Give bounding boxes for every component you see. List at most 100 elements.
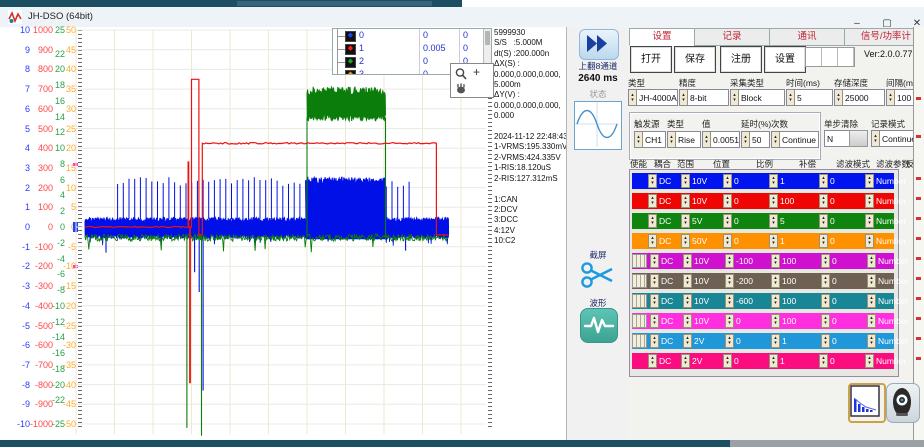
trigger-value-3[interactable]: ▴▾0.0051: [702, 131, 740, 148]
filter-select[interactable]: ▴▾Number: [867, 275, 919, 287]
spinner-icon[interactable]: ▴▾: [723, 214, 732, 228]
offset-spinner[interactable]: ▴▾0: [819, 195, 863, 207]
coupling-select[interactable]: ▴▾DC: [648, 175, 679, 187]
spinner-icon[interactable]: ▴▾: [723, 194, 732, 208]
filter-select[interactable]: ▴▾Number: [867, 315, 919, 327]
spinner-icon[interactable]: ▴▾: [725, 274, 734, 288]
trigger-value-2[interactable]: ▴▾Rise: [667, 131, 701, 148]
spinner-icon[interactable]: ▴▾: [769, 174, 778, 188]
enable-cell[interactable]: [632, 334, 647, 348]
spinner-icon[interactable]: ▴▾: [771, 334, 780, 348]
acq-value-2[interactable]: ▴▾8-bit: [679, 89, 729, 106]
spinner-icon[interactable]: ▴▾: [867, 334, 876, 348]
plus-icon[interactable]: +: [473, 65, 480, 79]
single-clear-button[interactable]: [849, 130, 868, 147]
spinner-icon[interactable]: ▴▾: [771, 314, 780, 328]
spectrum-button[interactable]: [848, 383, 886, 423]
spinner-icon[interactable]: ▴▾: [683, 274, 692, 288]
enable-cell[interactable]: [632, 254, 647, 268]
spinner-icon[interactable]: ▴▾: [887, 90, 895, 105]
screenshot-scissors-icon[interactable]: [580, 260, 616, 290]
spinner-icon[interactable]: ▴▾: [703, 132, 711, 147]
position-spinner[interactable]: ▴▾0: [723, 235, 767, 247]
trigger-value-1[interactable]: ▴▾CH1: [634, 131, 666, 148]
spinner-icon[interactable]: ▴▾: [650, 254, 659, 268]
spinner-icon[interactable]: ▴▾: [668, 132, 676, 147]
offset-spinner[interactable]: ▴▾0: [821, 335, 865, 347]
spinner-icon[interactable]: ▴▾: [681, 234, 690, 248]
run-button[interactable]: [579, 29, 619, 60]
filter-select[interactable]: ▴▾Number: [865, 235, 917, 247]
status-preview[interactable]: [574, 101, 622, 150]
scale-spinner[interactable]: ▴▾100: [771, 295, 819, 307]
spinner-icon[interactable]: ▴▾: [819, 234, 828, 248]
coupling-select[interactable]: ▴▾DC: [650, 335, 681, 347]
enable-cell[interactable]: [632, 195, 645, 207]
page-up-channels-button[interactable]: 上翻8通道: [567, 60, 629, 72]
offset-spinner[interactable]: ▴▾0: [819, 355, 863, 367]
enable-cell[interactable]: [632, 355, 645, 367]
range-select[interactable]: ▴▾10V: [683, 255, 723, 267]
spinner-icon[interactable]: ▴▾: [819, 354, 828, 368]
spinner-icon[interactable]: ▴▾: [725, 314, 734, 328]
spinner-icon[interactable]: ▴▾: [787, 90, 795, 105]
spinner-icon[interactable]: ▴▾: [650, 314, 659, 328]
range-select[interactable]: ▴▾10V: [681, 195, 721, 207]
scale-spinner[interactable]: ▴▾1: [769, 355, 817, 367]
coupling-select[interactable]: ▴▾DC: [648, 215, 679, 227]
coupling-select[interactable]: ▴▾DC: [650, 275, 681, 287]
tab-2[interactable]: 记录: [694, 28, 770, 46]
offset-spinner[interactable]: ▴▾0: [819, 215, 863, 227]
range-select[interactable]: ▴▾10V: [683, 275, 723, 287]
spinner-icon[interactable]: ▴▾: [769, 214, 778, 228]
filter-select[interactable]: ▴▾Number: [867, 335, 919, 347]
spinner-icon[interactable]: ▴▾: [771, 294, 780, 308]
spinner-icon[interactable]: ▴▾: [865, 354, 874, 368]
spinner-icon[interactable]: ▴▾: [725, 254, 734, 268]
position-spinner[interactable]: ▴▾0: [725, 315, 769, 327]
spinner-icon[interactable]: ▴▾: [821, 314, 830, 328]
scale-spinner[interactable]: ▴▾1: [771, 335, 819, 347]
button-3[interactable]: 注册: [720, 46, 762, 73]
tab-3[interactable]: 通讯: [769, 28, 845, 46]
acq-value-4[interactable]: ▴▾5: [786, 89, 833, 106]
spinner-icon[interactable]: ▴▾: [650, 294, 659, 308]
spinner-icon[interactable]: ▴▾: [772, 132, 780, 147]
spinner-icon[interactable]: ▴▾: [648, 174, 657, 188]
range-select[interactable]: ▴▾2V: [681, 355, 721, 367]
spinner-icon[interactable]: ▴▾: [680, 90, 688, 105]
enable-cell[interactable]: [632, 274, 647, 288]
spinner-icon[interactable]: ▴▾: [723, 354, 732, 368]
spinner-icon[interactable]: ▴▾: [683, 314, 692, 328]
tab-4[interactable]: 信号/功率计: [844, 28, 924, 46]
spinner-icon[interactable]: ▴▾: [865, 194, 874, 208]
spinner-icon[interactable]: ▴▾: [742, 132, 750, 147]
scale-spinner[interactable]: ▴▾1: [769, 175, 817, 187]
coupling-select[interactable]: ▴▾DC: [650, 315, 681, 327]
coupling-select[interactable]: ▴▾DC: [648, 195, 679, 207]
enable-cell[interactable]: [632, 215, 645, 227]
button-4[interactable]: 设置: [764, 46, 806, 73]
spinner-icon[interactable]: ▴▾: [648, 214, 657, 228]
filter-select[interactable]: ▴▾Number: [867, 255, 919, 267]
spinner-icon[interactable]: ▴▾: [723, 234, 732, 248]
range-select[interactable]: ▴▾2V: [683, 335, 723, 347]
spinner-icon[interactable]: ▴▾: [681, 194, 690, 208]
scale-spinner[interactable]: ▴▾100: [771, 315, 819, 327]
spinner-icon[interactable]: ▴▾: [769, 354, 778, 368]
scale-spinner[interactable]: ▴▾5: [769, 215, 817, 227]
acq-value-5[interactable]: ▴▾25000: [834, 89, 885, 106]
spinner-icon[interactable]: ▴▾: [683, 254, 692, 268]
spinner-icon[interactable]: ▴▾: [681, 354, 690, 368]
spinner-icon[interactable]: ▴▾: [723, 174, 732, 188]
coupling-select[interactable]: ▴▾DC: [650, 295, 681, 307]
scale-spinner[interactable]: ▴▾1: [769, 235, 817, 247]
spinner-icon[interactable]: ▴▾: [769, 234, 778, 248]
offset-spinner[interactable]: ▴▾0: [821, 255, 865, 267]
spinner-icon[interactable]: ▴▾: [650, 274, 659, 288]
position-spinner[interactable]: ▴▾0: [723, 195, 767, 207]
spinner-icon[interactable]: ▴▾: [819, 194, 828, 208]
spinner-icon[interactable]: ▴▾: [731, 90, 739, 105]
spinner-icon[interactable]: ▴▾: [635, 132, 643, 147]
range-select[interactable]: ▴▾5V: [681, 215, 721, 227]
